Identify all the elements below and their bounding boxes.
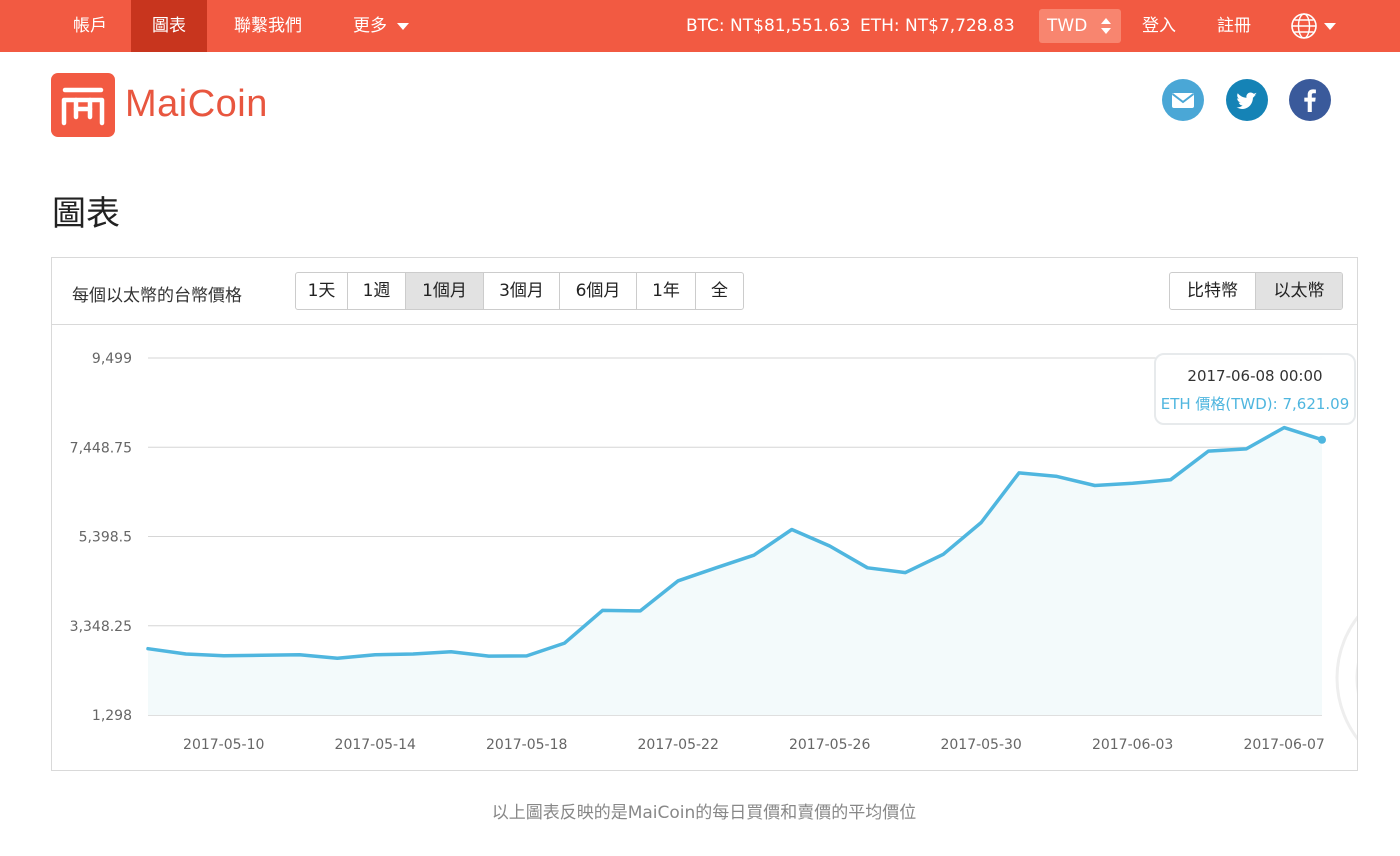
currency-select[interactable]: TWD xyxy=(1039,9,1121,43)
chevron-down-icon xyxy=(1324,22,1336,30)
chart-footnote: 以上圖表反映的是MaiCoin的每日買價和賣價的平均價位 xyxy=(491,803,917,823)
tooltip-value: ETH 價格(TWD): 7,621.09 xyxy=(1160,395,1350,413)
x-tick-label: 2017-05-30 xyxy=(940,737,1021,753)
price-area-fill xyxy=(148,427,1322,715)
x-tick-label: 2017-06-03 xyxy=(1092,737,1173,753)
page-title: 圖表 xyxy=(52,194,120,234)
coin-eth-button[interactable]: 以太幣 xyxy=(1256,273,1342,309)
y-tick-label: 7,448.75 xyxy=(70,440,132,456)
x-tick-label: 2017-05-22 xyxy=(638,737,719,753)
twitter-button[interactable] xyxy=(1226,79,1268,121)
btc-price-ticker: BTC: NT$81,551.63 xyxy=(686,16,851,36)
y-tick-label: 1,298 xyxy=(92,708,132,724)
price-chart: 1,298 3,348.25 5,398.5 7,448.75 9,499 2017-0… xyxy=(70,351,1357,753)
y-tick-label: 9,499 xyxy=(92,351,132,367)
range-1m-button[interactable]: 1個月 xyxy=(406,273,484,309)
maicoin-logo-mark xyxy=(61,87,105,126)
brand-name: MaiCoin xyxy=(125,83,268,125)
x-tick-label: 2017-05-26 xyxy=(789,737,870,753)
range-3m-button[interactable]: 3個月 xyxy=(484,273,560,309)
chevron-down-icon xyxy=(397,22,409,30)
range-selector: 1天 1週 1個月 3個月 6個月 1年 全 xyxy=(295,272,744,310)
language-menu[interactable] xyxy=(1290,12,1342,40)
range-all-button[interactable]: 全 xyxy=(696,273,743,309)
data-point[interactable] xyxy=(1318,435,1326,444)
x-tick-label: 2017-05-18 xyxy=(486,737,567,753)
top-navbar: 帳戶 圖表 聯繫我們 更多 BTC: NT$81,551.63 ETH: NT$… xyxy=(0,0,1400,52)
mail-icon xyxy=(1171,93,1195,108)
range-1w-button[interactable]: 1週 xyxy=(348,273,406,309)
nav-contact[interactable]: 聯繫我們 xyxy=(218,0,318,52)
y-tick-label: 3,348.25 xyxy=(70,619,132,635)
x-tick-label: 2017-06-07 xyxy=(1243,737,1324,753)
y-tick-label: 5,398.5 xyxy=(79,530,132,546)
nav-account[interactable]: 帳戶 xyxy=(52,0,128,52)
facebook-icon xyxy=(1304,89,1316,112)
eth-price-ticker: ETH: NT$7,728.83 xyxy=(860,16,1015,36)
mail-button[interactable] xyxy=(1162,79,1204,121)
maicoin-logo[interactable] xyxy=(51,73,115,137)
facebook-button[interactable] xyxy=(1289,79,1331,121)
range-1y-button[interactable]: 1年 xyxy=(637,273,696,309)
twitter-icon xyxy=(1236,92,1257,109)
watermark xyxy=(1335,615,1357,741)
x-tick-label: 2017-05-14 xyxy=(335,737,416,753)
chart-tooltip: 2017-06-08 00:00 ETH 價格(TWD): 7,621.09 xyxy=(1154,353,1356,425)
range-6m-button[interactable]: 6個月 xyxy=(560,273,637,309)
nav-more-label: 更多 xyxy=(353,16,387,36)
login-link[interactable]: 登入 xyxy=(1133,0,1185,52)
coin-selector: 比特幣 以太幣 xyxy=(1169,272,1343,310)
chart-panel: 1,298 3,348.25 5,398.5 7,448.75 9,499 2017-0… xyxy=(51,257,1358,771)
sort-arrows-icon xyxy=(1101,18,1111,34)
x-tick-label: 2017-05-10 xyxy=(183,737,264,753)
tooltip-date: 2017-06-08 00:00 xyxy=(1187,367,1323,385)
currency-value: TWD xyxy=(1047,16,1088,36)
coin-btc-button[interactable]: 比特幣 xyxy=(1170,273,1256,309)
register-link[interactable]: 註冊 xyxy=(1208,0,1260,52)
nav-more[interactable]: 更多 xyxy=(336,0,426,52)
chart-title: 每個以太幣的台幣價格 xyxy=(72,286,242,306)
globe-icon xyxy=(1291,13,1317,39)
nav-charts[interactable]: 圖表 xyxy=(131,0,207,52)
chart-toolbar: 每個以太幣的台幣價格 1天 1週 1個月 3個月 6個月 1年 全 比特幣 以太… xyxy=(52,258,1357,325)
range-1d-button[interactable]: 1天 xyxy=(296,273,348,309)
